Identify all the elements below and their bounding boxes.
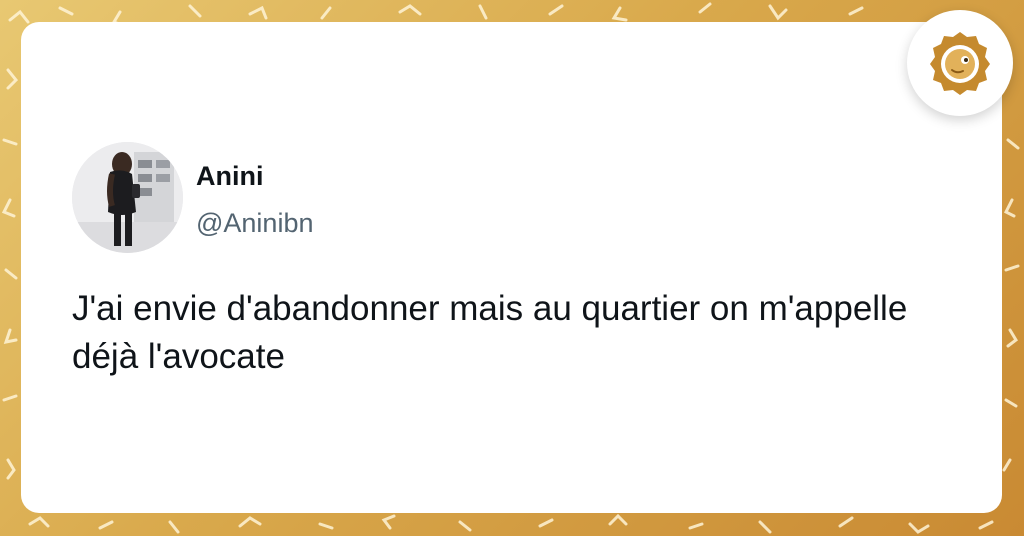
user-handle[interactable]: @Aninibn — [196, 207, 313, 239]
brand-logo-icon — [930, 32, 990, 95]
profile-photo-icon — [72, 142, 183, 253]
brand-badge[interactable] — [907, 10, 1013, 116]
display-name[interactable]: Anini — [196, 160, 264, 192]
avatar[interactable] — [72, 142, 183, 253]
tweet-text: J'ai envie d'abandonner mais au quartier… — [72, 289, 908, 376]
tweet-card — [21, 22, 1002, 513]
